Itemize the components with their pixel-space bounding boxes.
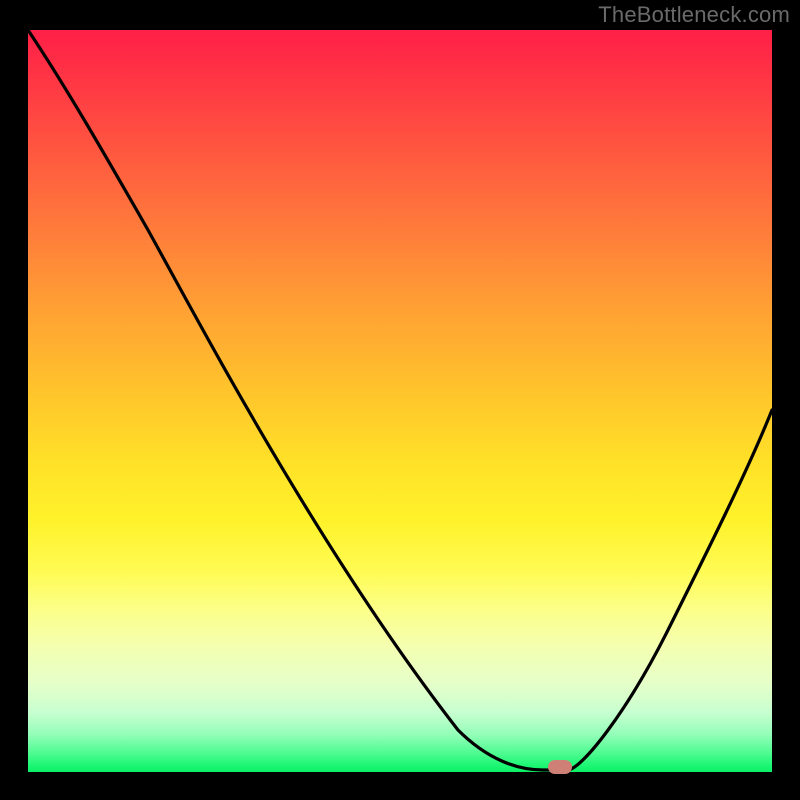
bottleneck-curve bbox=[28, 30, 772, 772]
chart-frame: TheBottleneck.com bbox=[0, 0, 800, 800]
attribution-text: TheBottleneck.com bbox=[598, 2, 790, 28]
curve-path bbox=[28, 30, 772, 770]
plot-area bbox=[28, 30, 772, 772]
optimal-marker bbox=[548, 760, 572, 774]
